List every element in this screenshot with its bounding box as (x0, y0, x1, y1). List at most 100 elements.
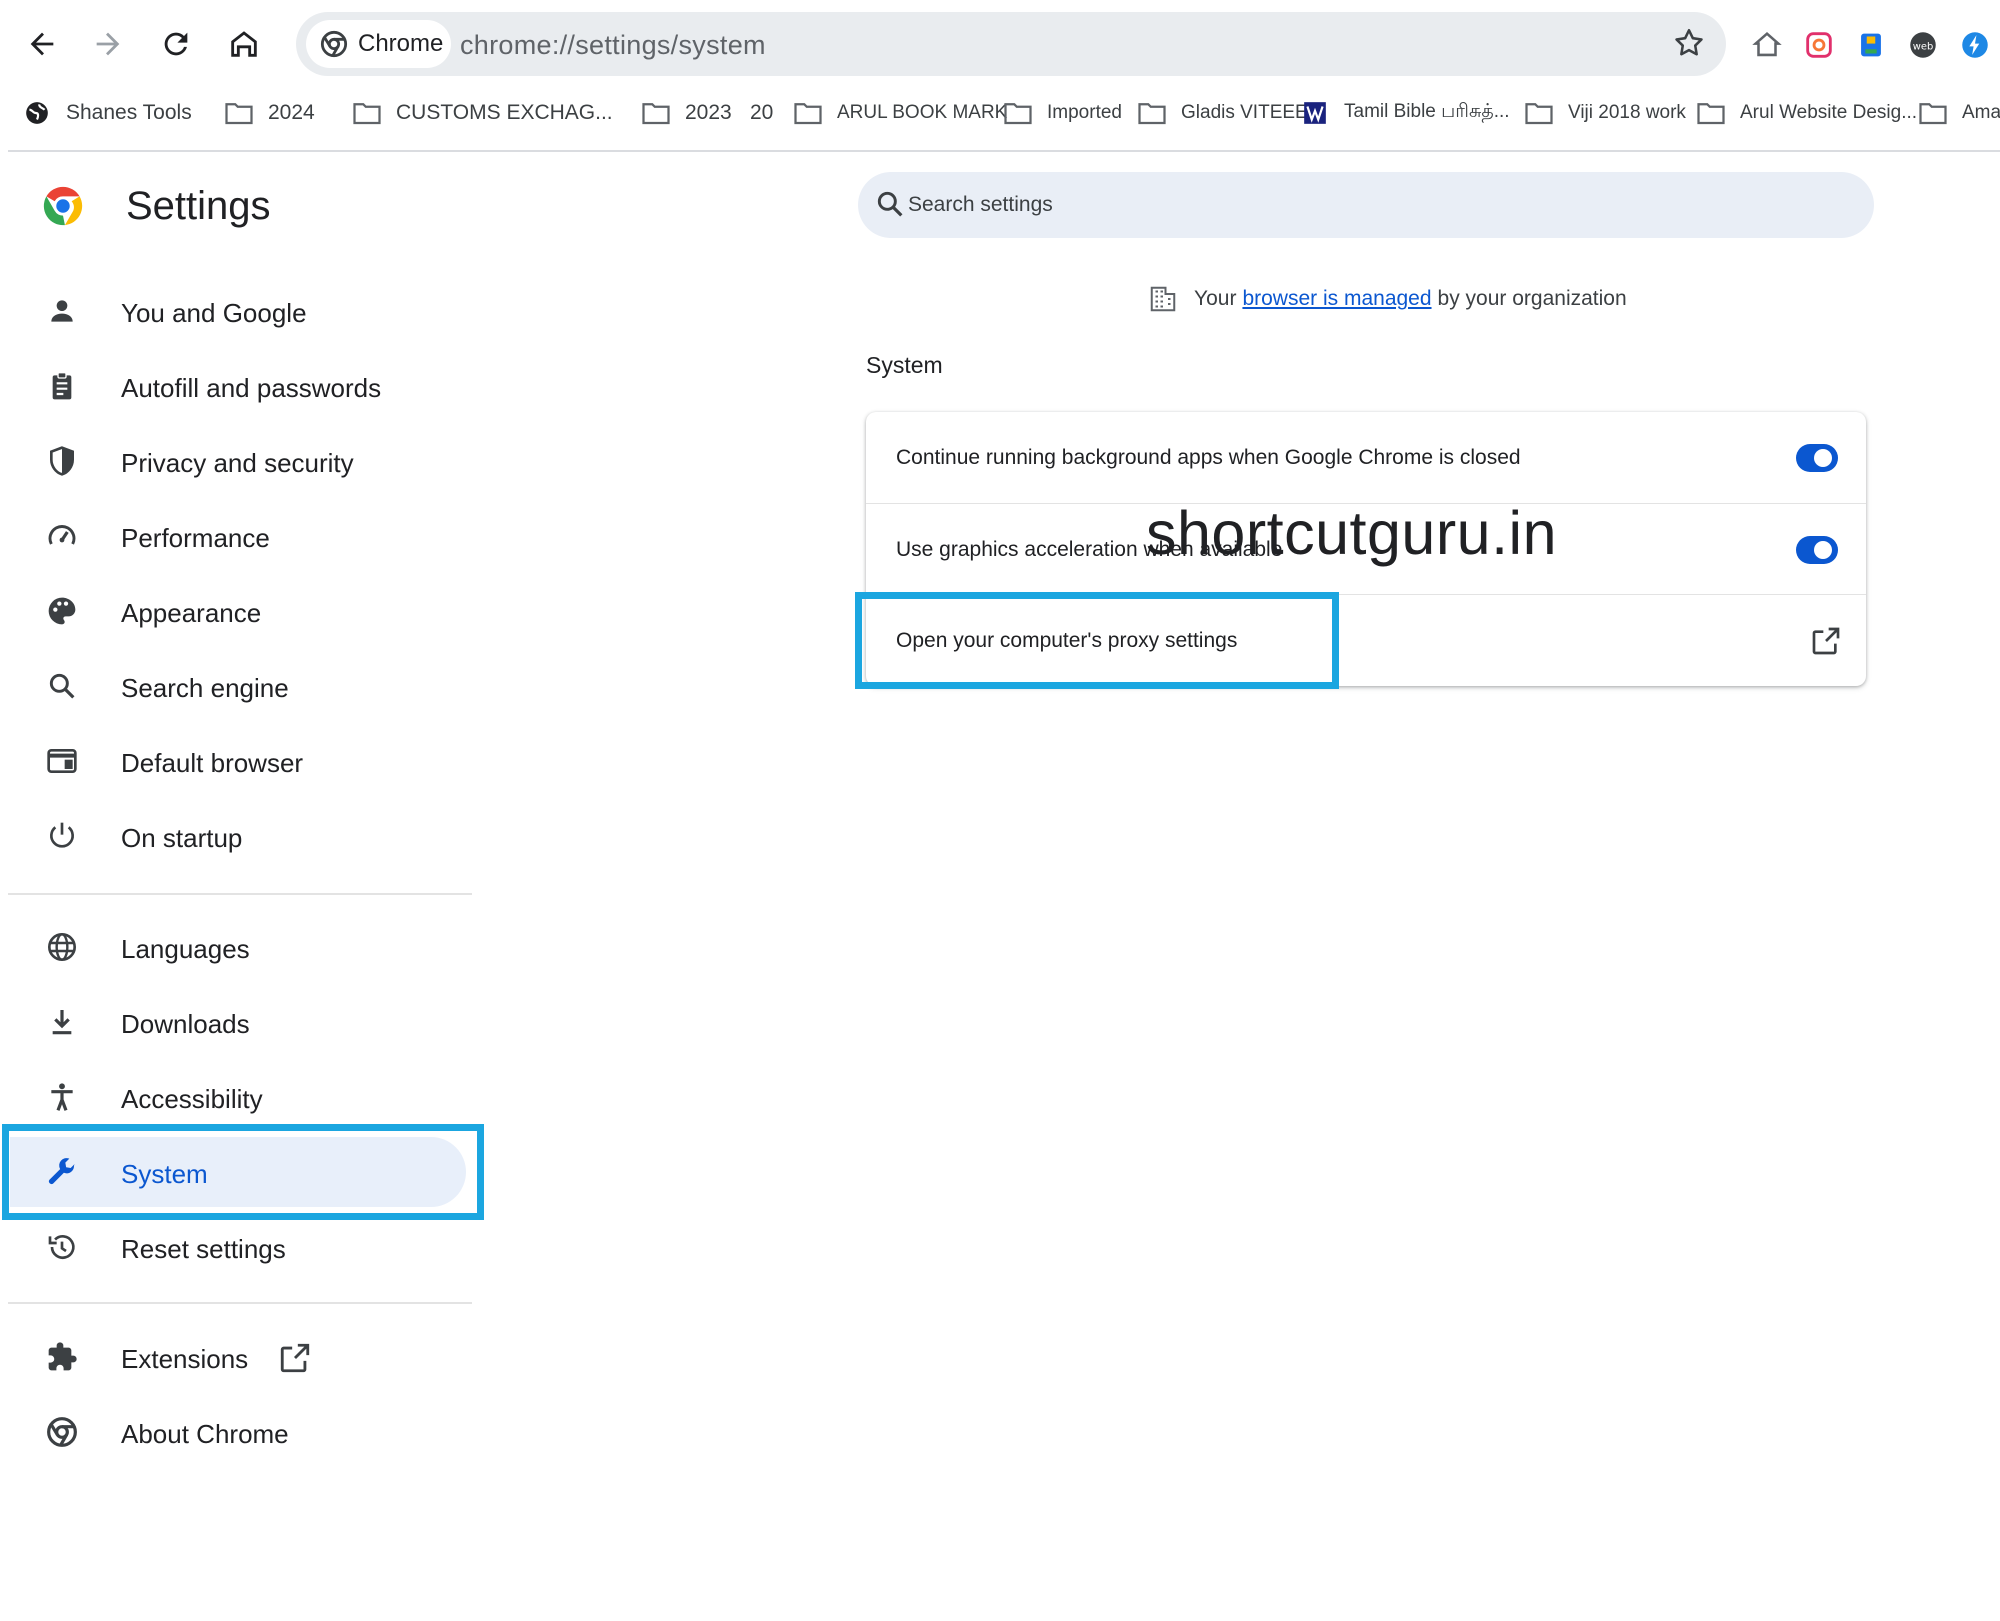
bookmark-folder[interactable]: Imported (1003, 90, 1122, 136)
sidebar-item-on-startup[interactable]: On startup (10, 801, 466, 871)
arrow-left-icon (30, 32, 54, 56)
home-icon (231, 31, 257, 57)
folder-icon (225, 103, 253, 125)
sidebar-item-label: On startup (121, 823, 243, 853)
highlight-box-proxy (855, 592, 1339, 689)
sidebar-item-extensions[interactable]: Extensions (10, 1322, 466, 1392)
bookmark-star-icon[interactable] (1672, 26, 1706, 60)
bookmark-label: Imported (1047, 102, 1122, 123)
browser-toolbar: Chrome chrome://settings/system web (0, 0, 2000, 86)
folder-icon (1138, 103, 1166, 125)
power-icon (50, 822, 74, 848)
folder-icon (794, 103, 822, 125)
sidebar-item-you-and-google[interactable]: You and Google (10, 276, 466, 346)
forward-button[interactable] (84, 20, 132, 68)
bookmark-label: Gladis VITEEE (1181, 102, 1308, 123)
bookmark-folder[interactable]: Amaz (1918, 90, 2000, 136)
sidebar-item-label: Default browser (121, 748, 304, 778)
sidebar-item-appearance[interactable]: Appearance (10, 576, 466, 646)
back-button[interactable] (18, 20, 66, 68)
section-title: System (866, 352, 943, 378)
home-button[interactable] (220, 20, 268, 68)
sidebar-item-label: You and Google (121, 298, 307, 328)
chrome-logo-icon (43, 186, 83, 226)
bookmark-label: ARUL BOOK MARK (837, 102, 1008, 123)
sidebar-item-search-engine[interactable]: Search engine (10, 651, 466, 721)
sidebar-item-languages[interactable]: Languages (10, 912, 466, 982)
sidebar-item-label: Accessibility (121, 1084, 263, 1114)
bookmark-label: 2024 (268, 101, 315, 124)
graphics-acceleration-toggle[interactable] (1796, 534, 1838, 566)
open-in-new-icon[interactable] (1810, 625, 1842, 657)
sidebar-item-label: Privacy and security (121, 448, 354, 478)
search-icon (49, 673, 75, 699)
sidebar-item-performance[interactable]: Performance (10, 501, 466, 571)
extension-web-icon[interactable]: web (1906, 28, 1940, 62)
folder-icon (1525, 103, 1553, 125)
sidebar-item-about-chrome[interactable]: About Chrome (10, 1397, 466, 1467)
url-text[interactable]: chrome://settings/system (460, 30, 766, 61)
bookmark-item[interactable]: Tamil Bible பரிசுத்... (1300, 90, 1510, 136)
bookmark-label: Tamil Bible பரிசுத்... (1344, 101, 1510, 122)
folder-icon (1004, 103, 1032, 125)
background-apps-toggle[interactable] (1796, 442, 1838, 474)
clipboard-icon (52, 372, 72, 400)
chip-label: Chrome (358, 30, 444, 57)
sidebar-item-autofill[interactable]: Autofill and passwords (10, 351, 466, 421)
sidebar-item-privacy[interactable]: Privacy and security (10, 426, 466, 496)
bookmark-item[interactable]: 20 (750, 90, 773, 136)
bookmark-folder[interactable]: Gladis VITEEE (1137, 90, 1308, 136)
extension-home-icon[interactable] (1750, 28, 1784, 62)
bookmark-item[interactable]: Shanes Tools (22, 90, 192, 136)
managed-suffix: by your organization (1437, 287, 1627, 310)
managed-prefix: Your (1194, 287, 1237, 310)
globe-icon (48, 933, 76, 961)
sidebar-item-label: Autofill and passwords (121, 373, 382, 403)
chrome-icon (47, 1417, 77, 1447)
extension-instagram-icon[interactable] (1802, 28, 1836, 62)
setting-row-background-apps[interactable]: Continue running background apps when Go… (866, 412, 1866, 503)
sidebar-item-label: Search engine (121, 673, 289, 703)
sidebar-item-label: Reset settings (121, 1234, 286, 1264)
bookmark-folder[interactable]: 2023 (641, 90, 732, 136)
extension-drive-icon[interactable] (1854, 28, 1888, 62)
search-input[interactable] (908, 172, 1808, 238)
folder-icon (642, 103, 670, 125)
open-in-new-icon[interactable] (278, 1341, 312, 1375)
bookmark-folder[interactable]: CUSTOMS EXCHAG... (352, 90, 613, 136)
address-bar[interactable]: Chrome chrome://settings/system (296, 12, 1726, 76)
watermark-text: shortcutguru.in (1146, 499, 1557, 567)
gauge-icon (48, 525, 76, 545)
bookmark-folder[interactable]: Arul Website Desig... (1696, 90, 1917, 136)
sidebar-divider (8, 893, 472, 895)
sidebar-item-label: Performance (121, 523, 270, 553)
page-title: Settings (126, 184, 271, 228)
folder-icon (1919, 103, 1947, 125)
bookmark-label: 20 (750, 101, 774, 124)
bookmark-folder[interactable]: ARUL BOOK MARK (793, 90, 1007, 136)
sidebar-item-accessibility[interactable]: Accessibility (10, 1062, 466, 1132)
extension-lightning-icon[interactable] (1958, 28, 1992, 62)
bookmark-label: 2023 (685, 101, 732, 124)
search-icon (877, 191, 903, 217)
sidebar-item-default-browser[interactable]: Default browser (10, 726, 466, 796)
reload-button[interactable] (152, 20, 200, 68)
bookmark-label: Shanes Tools (66, 101, 192, 124)
bookmark-folder[interactable]: Viji 2018 work (1524, 90, 1686, 136)
toolbar-divider (8, 150, 2000, 152)
arrow-right-icon (96, 32, 120, 56)
bookmark-folder[interactable]: 2024 (224, 90, 315, 136)
sidebar-item-reset-settings[interactable]: Reset settings (10, 1212, 466, 1282)
palette-icon (48, 597, 76, 625)
setting-label: Continue running background apps when Go… (896, 446, 1521, 469)
bookmark-label: CUSTOMS EXCHAG... (396, 101, 613, 124)
browser-managed-link[interactable]: browser is managed (1242, 287, 1431, 311)
history-icon (48, 1235, 75, 1259)
bookmarks-bar: Shanes Tools 2024 CUSTOMS EXCHAG... 2023… (0, 90, 2000, 138)
search-box[interactable] (858, 172, 1874, 238)
person-icon (51, 300, 73, 322)
sidebar-item-downloads[interactable]: Downloads (10, 987, 466, 1057)
sidebar-divider (8, 1302, 472, 1304)
bookmark-label: Arul Website Desig... (1740, 102, 1918, 123)
sidebar-item-label: Appearance (121, 598, 262, 628)
